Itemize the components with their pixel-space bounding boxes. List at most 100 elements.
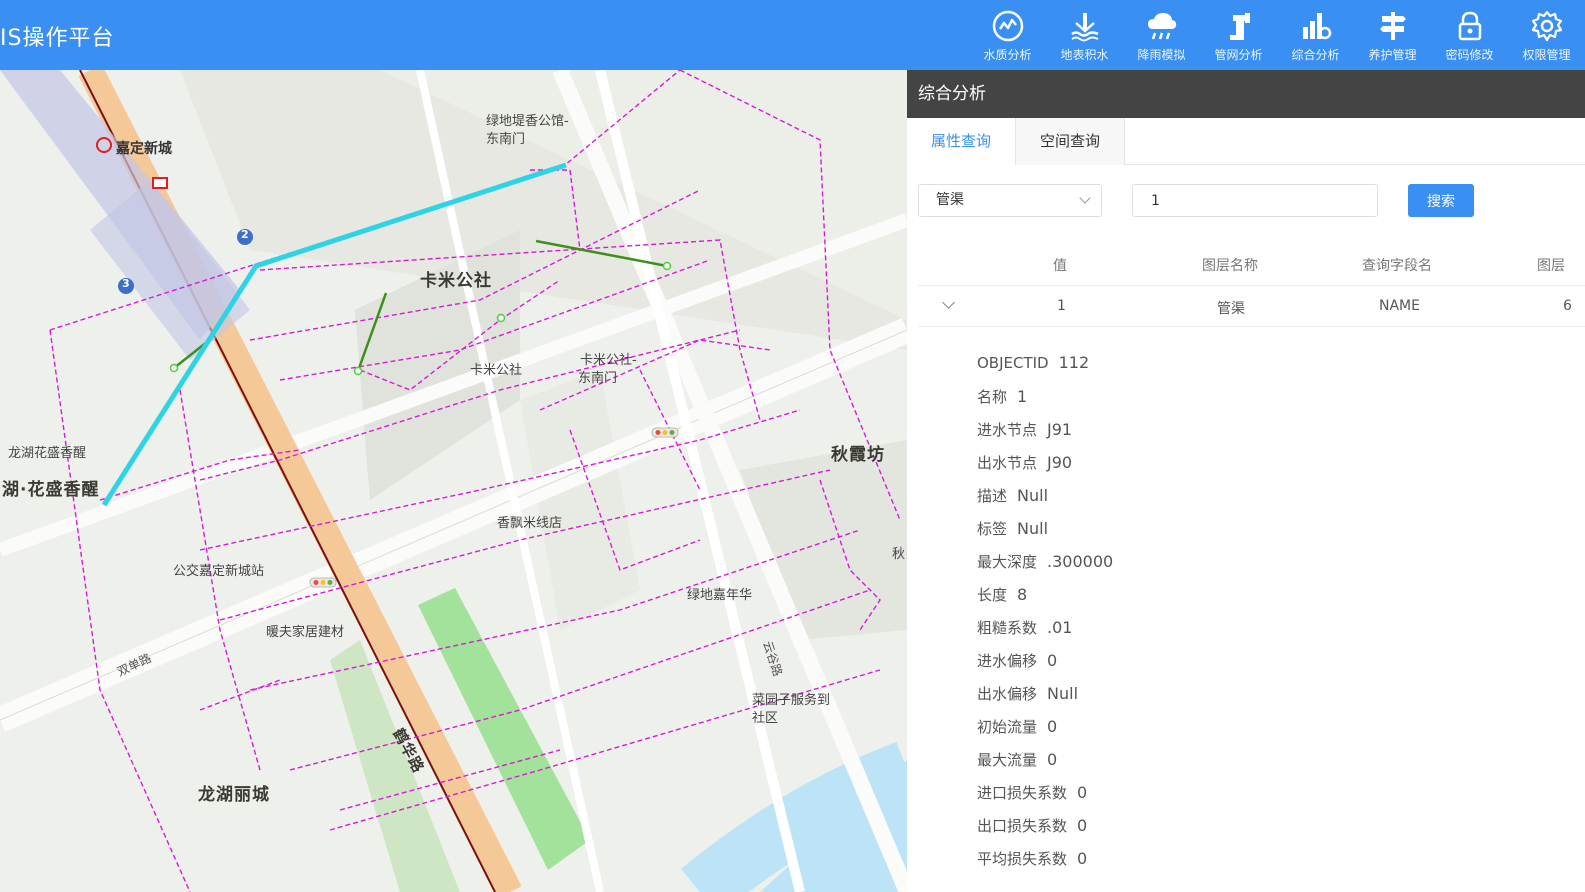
attribute-key: 名称 [977,388,1008,406]
column-header-field-name: 查询字段名 [1362,258,1432,274]
nav-label: 水质分析 [983,48,1032,62]
attribute-row: 初始流量 0 [977,716,1113,749]
layer-select-value: 管渠 [936,192,964,208]
cell-field-name: NAME [1379,298,1420,314]
map-metro-number-2: 2 [241,228,249,241]
map-label-lvdi-carnival: 绿地嘉年华 [687,588,753,603]
attribute-row: 最大深度 .300000 [977,551,1113,584]
attribute-key: 最大流量 [977,751,1038,769]
column-header-layer: 图层 [1537,258,1565,274]
nav-water-quality[interactable]: 水质分析 [969,0,1046,70]
attribute-row: 标签 Null [977,518,1113,551]
query-value-input[interactable] [1132,184,1378,217]
table-row[interactable]: 1 管渠 NAME 6 [918,287,1585,327]
attribute-row: 出口损失系数 0 [977,815,1113,848]
attribute-key: 长度 [977,586,1008,604]
nav-comprehensive-analysis[interactable]: 综合分析 [1277,0,1354,70]
nav-password[interactable]: 密码修改 [1431,0,1508,70]
map-label-jiading-xincheng: 嘉定新城 [116,141,172,157]
attribute-value: 0 [1077,816,1088,835]
attribute-row: 长度 8 [977,584,1113,617]
search-button[interactable]: 搜索 [1408,184,1474,217]
lock-icon [1458,11,1481,41]
pipe-network-icon [1229,13,1250,40]
attribute-key: 描述 [977,487,1008,505]
nav-label: 密码修改 [1445,48,1494,62]
attribute-value: 0 [1077,783,1088,802]
attribute-row: 名称 1 [977,386,1113,419]
attribute-value: 0 [1047,717,1058,736]
map-canvas[interactable] [0,70,907,892]
map-label-qiuxia: 秋霞坊 [831,445,885,465]
attribute-detail-list: OBJECTID 112 名称 1 进水节点 J91 出水节点 J90 描述 Null 标… [977,353,1113,881]
map-label-qiu-edge: 秋 [892,547,906,562]
nav-pipe-analysis[interactable]: 管网分析 [1200,0,1277,70]
map-label-lvdi-guild: 绿地堤香公馆- [486,114,569,129]
nav-label: 权限管理 [1522,48,1571,62]
attribute-key: 进水偏移 [977,652,1038,670]
attribute-value: 0 [1047,750,1058,769]
top-bar: IS操作平台 水质分析 地表积水 降雨模拟 管网分析 综合分析 养护管理 密码修… [0,0,1585,70]
nav-surface-water[interactable]: 地表积水 [1046,0,1123,70]
analysis-panel: 综合分析 属性查询 空间查询 管渠 搜索 值 图层名称 查询字段名 图层 1 管… [907,70,1585,892]
attribute-value: 8 [1017,585,1028,604]
chevron-down-icon [1079,192,1091,204]
attribute-key: 标签 [977,520,1008,538]
attribute-row: 粗糙系数 .01 [977,617,1113,650]
attribute-key: 最大深度 [977,553,1038,571]
map-label-lvdi-guild-gate: 东南门 [486,132,526,147]
expand-row-icon[interactable] [942,296,955,309]
attribute-value: J91 [1047,420,1073,439]
attribute-key: 出水偏移 [977,685,1038,703]
map-label-kami-gate-2: 东南门 [578,371,618,386]
nav-rain-simulation[interactable]: 降雨模拟 [1123,0,1200,70]
nav-label: 降雨模拟 [1137,48,1186,62]
cell-layer-name: 管渠 [1217,301,1245,317]
attribute-value: 0 [1047,651,1058,670]
nav-label: 管网分析 [1214,48,1263,62]
gear-icon [1531,10,1562,42]
main-nav: 水质分析 地表积水 降雨模拟 管网分析 综合分析 养护管理 密码修改 权限管理 [969,0,1585,70]
nav-maintenance[interactable]: 养护管理 [1354,0,1431,70]
attribute-value: 1 [1017,387,1028,406]
attribute-key: 进水节点 [977,421,1038,439]
rain-cloud-icon [1147,13,1176,40]
attribute-row: OBJECTID 112 [977,353,1113,386]
attribute-value: .01 [1047,618,1073,637]
nav-permissions[interactable]: 权限管理 [1508,0,1585,70]
attribute-row: 出水偏移 Null [977,683,1113,716]
attribute-value: 0 [1077,849,1088,868]
map-view[interactable]: 2 3 嘉定新城 绿地堤香公馆- 东南门 卡米公社 卡米公社 卡米公社- 东南门… [0,70,907,892]
map-label-kami-gate: 卡米公社- [580,353,637,368]
tab-attribute-query[interactable]: 属性查询 [907,118,1016,165]
app-title: IS操作平台 [0,26,115,51]
attribute-row: 最大流量 0 [977,749,1113,782]
surface-water-icon [1070,13,1099,42]
map-label-nuanfu: 暖夫家居建材 [266,625,345,640]
attribute-key: 粗糙系数 [977,619,1038,637]
water-quality-icon [992,10,1023,42]
map-label-caiyuan-2: 社区 [752,711,779,726]
panel-title: 综合分析 [907,70,1585,118]
attribute-key: 出水节点 [977,454,1038,472]
attribute-key: OBJECTID [977,354,1049,372]
map-label-longhu-lily: 龙湖丽城 [198,785,270,805]
attribute-row: 进水偏移 0 [977,650,1113,683]
query-tabs: 属性查询 空间查询 [907,118,1585,165]
map-label-longhu-poi: 龙湖花盛香醒 [8,446,87,461]
nav-label: 地表积水 [1060,48,1109,62]
attribute-value: Null [1017,519,1049,538]
cell-layer: 6 [1563,298,1572,314]
attribute-value: Null [1047,684,1079,703]
attribute-row: 出水节点 J90 [977,452,1113,485]
nav-label: 养护管理 [1368,48,1417,62]
column-header-value: 值 [1053,258,1067,274]
map-label-bus-station: 公交嘉定新城站 [173,564,265,579]
attribute-key: 平均损失系数 [977,850,1068,868]
layer-select[interactable]: 管渠 [918,184,1102,217]
attribute-value: 112 [1058,353,1090,372]
map-metro-number-3: 3 [122,277,130,290]
chart-analysis-icon [1302,13,1331,40]
tab-spatial-query[interactable]: 空间查询 [1016,118,1125,165]
attribute-value: Null [1017,486,1049,505]
